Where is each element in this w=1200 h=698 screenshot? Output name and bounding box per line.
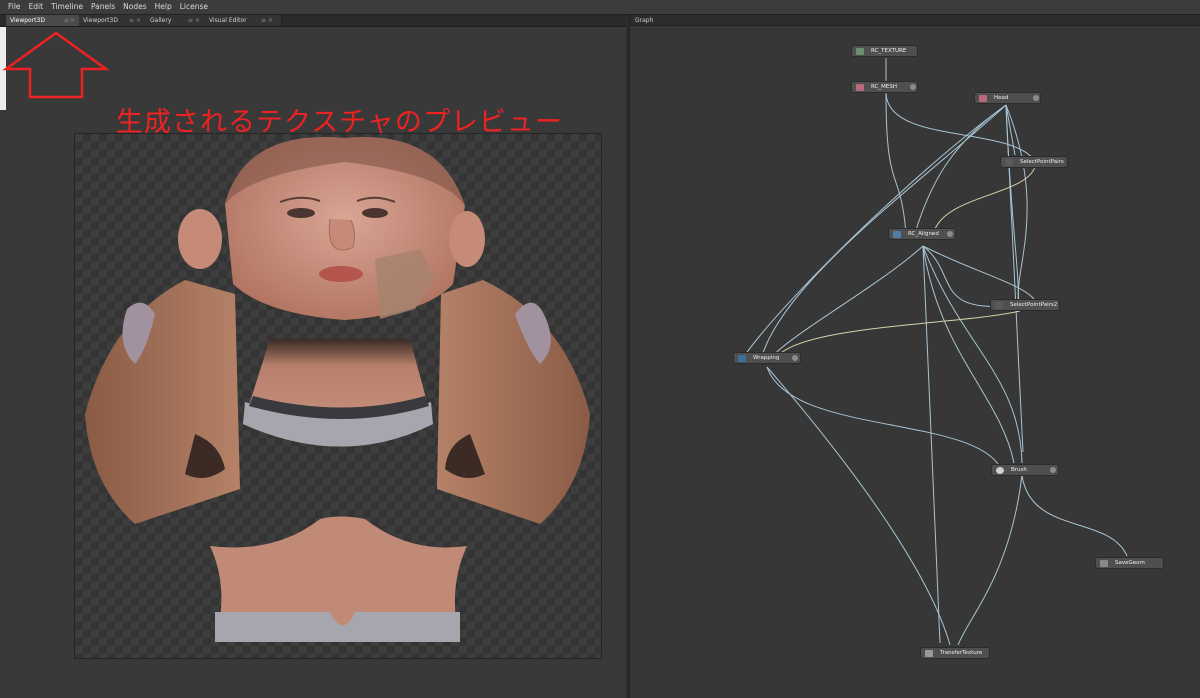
node-wrapping-label: Wrapping (753, 355, 780, 361)
node-rc-aligned-label: RC_Aligned (908, 231, 939, 237)
mesh-icon (856, 84, 864, 91)
texture-preview[interactable] (74, 133, 602, 659)
tab-viewport3d-label: Viewport3D (10, 17, 45, 24)
graph-panel: Graph RC_TEXTURE RC_MESH Head SelectPoin… (628, 15, 1200, 698)
node-select-point-pairs[interactable]: SelectPointPairs (1000, 156, 1068, 168)
tab-viewport3d-2[interactable]: Viewport3D ≡ × (79, 15, 150, 26)
menu-nodes[interactable]: Nodes (119, 0, 150, 14)
lips (319, 266, 363, 282)
tab-close-icon[interactable]: × (268, 15, 273, 26)
tab-viewport3d-2-label: Viewport3D (83, 17, 118, 24)
menu-license[interactable]: License (176, 0, 212, 14)
uv-texture-islands (85, 137, 590, 642)
node-rc-mesh-label: RC_MESH (871, 84, 897, 90)
tab-visual-editor-label: Visual Editor (209, 17, 247, 24)
tab-close-icon[interactable]: × (195, 15, 200, 26)
tab-gallery[interactable]: Gallery ≡ × (146, 15, 209, 26)
node-select-point-pairs2[interactable]: SelectPointPairs2 (990, 299, 1060, 311)
node-transfer-texture[interactable]: TransferTexture (920, 647, 990, 659)
tab-close-icon[interactable]: × (136, 15, 141, 26)
tab-gallery-label: Gallery (150, 17, 172, 24)
node-head-label: Head (994, 95, 1009, 101)
node-connections (744, 58, 1128, 646)
viewport-tab-bar: Viewport3D ≡ × Viewport3D ≡ × Gallery ≡ … (0, 15, 626, 27)
image-icon (856, 48, 864, 55)
right-side-uv-island (437, 280, 590, 524)
mesh-icon (979, 95, 987, 102)
menu-file[interactable]: File (0, 0, 25, 14)
node-select-point-pairs-label: SelectPointPairs (1020, 159, 1064, 165)
right-ear-island (449, 211, 485, 267)
transfer-icon (925, 650, 933, 657)
left-ear-island (178, 209, 222, 269)
menu-edit[interactable]: Edit (25, 0, 48, 14)
node-rc-aligned[interactable]: RC_Aligned (888, 228, 956, 240)
menu-bar: File Edit Timeline Panels Nodes Help License (0, 0, 1200, 15)
tab-menu-icon[interactable]: ≡ (188, 15, 193, 26)
left-eye (287, 208, 315, 218)
tab-menu-icon[interactable]: ≡ (129, 15, 134, 26)
annotation-text: 生成されるテクスチャのプレビュー (116, 107, 563, 138)
node-rc-texture[interactable]: RC_TEXTURE (851, 45, 918, 57)
menu-timeline[interactable]: Timeline (47, 0, 87, 14)
tab-close-icon[interactable]: × (70, 15, 75, 26)
up-arrow-icon (2, 31, 110, 99)
tab-visual-editor[interactable]: Visual Editor ≡ × (205, 15, 282, 26)
viewport-panel: Viewport3D ≡ × Viewport3D ≡ × Gallery ≡ … (0, 15, 626, 698)
visibility-icon[interactable] (1050, 467, 1056, 473)
brush-icon (996, 467, 1004, 474)
point-pairs-icon (995, 302, 1003, 309)
save-icon (1100, 560, 1108, 567)
node-select-point-pairs2-label: SelectPointPairs2 (1010, 302, 1058, 308)
node-transfer-texture-label: TransferTexture (940, 650, 983, 656)
menu-help[interactable]: Help (151, 0, 176, 14)
left-side-uv-island (85, 280, 240, 524)
tab-viewport3d[interactable]: Viewport3D ≡ × (6, 15, 83, 26)
tab-menu-icon[interactable]: ≡ (64, 15, 69, 26)
node-head[interactable]: Head (974, 92, 1041, 104)
visibility-icon[interactable] (1033, 95, 1039, 101)
viewport-3d[interactable]: 生成されるテクスチャのプレビュー (0, 27, 626, 698)
point-pairs-icon (1005, 159, 1013, 166)
node-brush[interactable]: Brush (991, 464, 1059, 476)
visibility-icon[interactable] (910, 84, 916, 90)
tab-menu-icon[interactable]: ≡ (261, 15, 266, 26)
visibility-icon[interactable] (947, 231, 953, 237)
nose (328, 218, 356, 251)
node-wrapping[interactable]: Wrapping (733, 352, 801, 364)
visibility-icon[interactable] (792, 355, 798, 361)
node-rc-mesh[interactable]: RC_MESH (851, 81, 918, 93)
align-icon (893, 231, 901, 238)
wrap-icon (738, 355, 746, 362)
menu-panels[interactable]: Panels (87, 0, 119, 14)
node-save-geom-label: SaveGeom (1115, 560, 1145, 566)
right-eye (362, 208, 388, 218)
node-rc-texture-label: RC_TEXTURE (871, 48, 907, 54)
node-save-geom[interactable]: SaveGeom (1095, 557, 1164, 569)
node-brush-label: Brush (1011, 467, 1027, 473)
